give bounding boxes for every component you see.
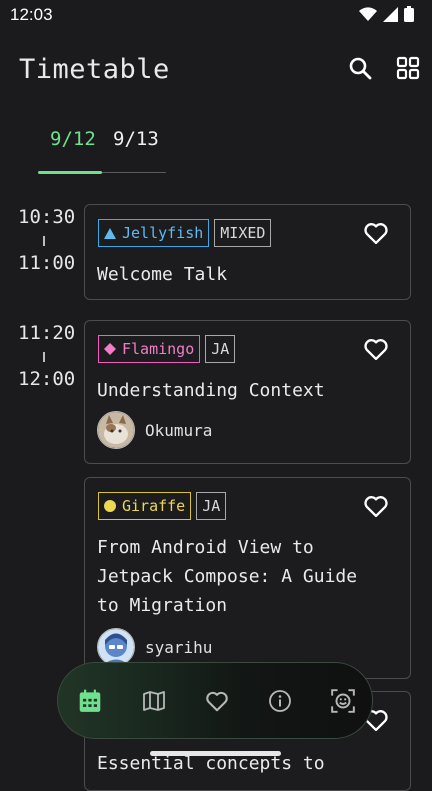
battery-icon [404, 6, 414, 22]
favorite-heart-icon[interactable] [362, 335, 390, 363]
nav-about[interactable] [266, 687, 294, 715]
signal-icon [383, 6, 398, 22]
slot-start-time: 10:30 [18, 206, 76, 228]
gesture-home-bar[interactable] [150, 751, 281, 756]
status-icons [359, 6, 414, 22]
page-title: Timetable [19, 54, 170, 85]
wifi-icon [359, 6, 377, 21]
session-tags: Giraffe JA [98, 492, 227, 520]
status-bar: 12:03 [0, 0, 432, 30]
session-title-line: Jetpack Compose: A Guide [97, 566, 358, 587]
heart-icon [206, 691, 228, 712]
session-tags: Jellyfish MIXED [98, 219, 272, 247]
tab-day-2[interactable]: 9/13 [113, 128, 159, 150]
language-tag: MIXED [214, 219, 272, 247]
tab-indicator [38, 171, 102, 174]
slot-end-time: 11:00 [18, 252, 76, 274]
triangle-icon [104, 227, 116, 239]
speaker-name: Okumura [145, 420, 213, 440]
grid-view-icon [396, 56, 420, 80]
room-tag: Flamingo [98, 335, 201, 363]
time-slot: 11:20 12:00 [18, 322, 76, 390]
map-icon [143, 691, 165, 711]
speaker: Okumura [97, 411, 212, 449]
language-tag: JA [196, 492, 227, 520]
speaker: syarihu [97, 628, 212, 666]
bottom-navigation [57, 662, 373, 739]
calendar-icon [79, 689, 101, 712]
tab-day-1[interactable]: 9/12 [50, 128, 96, 150]
room-tag: Jellyfish [98, 219, 210, 247]
info-icon [269, 690, 291, 712]
session-title-line: to Migration [97, 595, 228, 616]
session-card[interactable]: Jellyfish MIXED Welcome Talk [84, 204, 411, 300]
language-tag: JA [205, 335, 236, 363]
nav-map[interactable] [140, 687, 168, 715]
nav-favorites[interactable] [203, 687, 231, 715]
room-name: Flamingo [122, 340, 195, 358]
session-title-line: From Android View to [97, 537, 314, 558]
speaker-name: syarihu [145, 637, 213, 657]
status-time: 12:03 [10, 5, 53, 24]
session-title: Understanding Context [97, 380, 325, 401]
speaker-avatar [97, 411, 135, 449]
favorite-heart-icon[interactable] [362, 492, 390, 520]
search-button[interactable] [346, 54, 374, 82]
time-slot: 10:30 11:00 [18, 206, 76, 274]
diamond-icon [104, 343, 116, 355]
session-tags: Flamingo JA [98, 335, 236, 363]
top-app-bar: Timetable [0, 40, 432, 100]
session-card[interactable]: Flamingo JA Understanding Context Okumur… [84, 320, 411, 464]
slot-end-time: 12:00 [18, 368, 76, 390]
circle-icon [104, 500, 116, 512]
slot-divider [43, 236, 45, 246]
grid-view-button[interactable] [394, 54, 422, 82]
favorite-heart-icon[interactable] [362, 219, 390, 247]
day-tabs: 9/12 9/13 [38, 120, 166, 176]
session-title: From Android View to Jetpack Compose: A … [97, 533, 357, 620]
room-name: Jellyfish [122, 224, 204, 242]
room-name: Giraffe [122, 497, 186, 515]
room-tag: Giraffe [98, 492, 192, 520]
profile-icon [331, 689, 355, 713]
session-title: Welcome Talk [97, 264, 228, 285]
nav-timetable[interactable] [76, 687, 104, 715]
nav-profile-card[interactable] [329, 687, 357, 715]
search-icon [349, 57, 372, 80]
session-card[interactable]: Giraffe JA From Android View to Jetpack … [84, 477, 411, 679]
slot-start-time: 11:20 [18, 322, 76, 344]
slot-divider [43, 352, 45, 362]
speaker-avatar [97, 628, 135, 666]
